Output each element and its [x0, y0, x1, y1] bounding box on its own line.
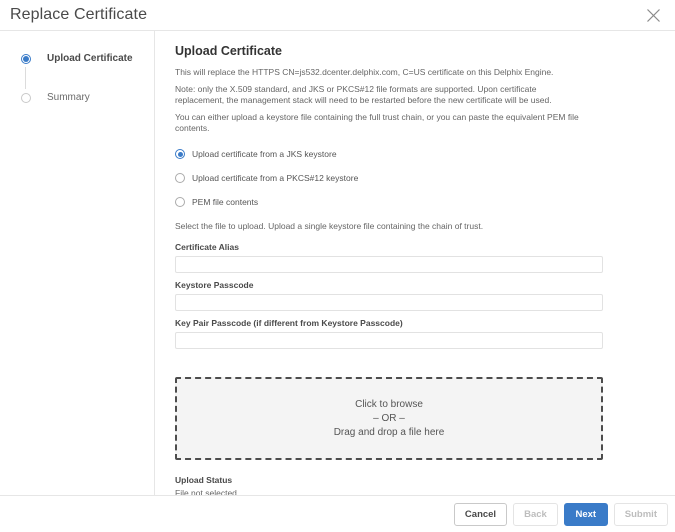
radio-unselected-icon: [175, 173, 185, 183]
dialog-footer: Cancel Back Next Submit: [0, 495, 675, 532]
file-dropzone[interactable]: Click to browse – OR – Drag and drop a f…: [175, 377, 603, 460]
keystore-passcode-input[interactable]: [175, 294, 603, 311]
dropzone-or-text: – OR –: [373, 412, 405, 426]
step-label: Summary: [47, 92, 90, 103]
upload-options-text: You can either upload a keystore file co…: [175, 112, 587, 134]
step-upload-certificate[interactable]: Upload Certificate: [0, 53, 154, 64]
next-button[interactable]: Next: [564, 503, 608, 526]
keystore-passcode-group: Keystore Passcode: [175, 280, 675, 311]
keypair-passcode-input[interactable]: [175, 332, 603, 349]
format-note-text: Note: only the X.509 standard, and JKS o…: [175, 84, 587, 106]
main-content: Upload Certificate This will replace the…: [155, 31, 675, 495]
radio-label: Upload certificate from a JKS keystore: [192, 149, 337, 159]
certificate-alias-input[interactable]: [175, 256, 603, 273]
description-text: This will replace the HTTPS CN=js532.dce…: [175, 67, 587, 78]
radio-pem-contents[interactable]: PEM file contents: [175, 197, 675, 207]
dialog-header: Replace Certificate: [0, 0, 675, 31]
certificate-alias-label: Certificate Alias: [175, 242, 675, 252]
dialog-title: Replace Certificate: [10, 6, 147, 24]
dialog-body: Upload Certificate Summary Upload Certif…: [0, 31, 675, 495]
keypair-passcode-group: Key Pair Passcode (if different from Key…: [175, 318, 675, 349]
close-icon[interactable]: [644, 6, 662, 24]
keystore-passcode-label: Keystore Passcode: [175, 280, 675, 290]
step-connector-line: [25, 67, 26, 89]
step-inactive-dot-icon: [21, 93, 31, 103]
back-button[interactable]: Back: [513, 503, 558, 526]
radio-unselected-icon: [175, 197, 185, 207]
file-instruction-text: Select the file to upload. Upload a sing…: [175, 221, 675, 231]
certificate-source-radio-group: Upload certificate from a JKS keystore U…: [175, 149, 675, 207]
cancel-button[interactable]: Cancel: [454, 503, 507, 526]
radio-selected-icon: [175, 149, 185, 159]
certificate-alias-group: Certificate Alias: [175, 242, 675, 273]
radio-label: Upload certificate from a PKCS#12 keysto…: [192, 173, 358, 183]
wizard-stepper: Upload Certificate Summary: [0, 31, 155, 495]
upload-status-label: Upload Status: [175, 475, 675, 485]
radio-pkcs12-keystore[interactable]: Upload certificate from a PKCS#12 keysto…: [175, 173, 675, 183]
step-active-dot-icon: [21, 54, 31, 64]
step-label: Upload Certificate: [47, 53, 133, 64]
radio-jks-keystore[interactable]: Upload certificate from a JKS keystore: [175, 149, 675, 159]
radio-label: PEM file contents: [192, 197, 258, 207]
dropzone-browse-text: Click to browse: [355, 398, 423, 412]
dropzone-drag-text: Drag and drop a file here: [334, 426, 445, 440]
submit-button[interactable]: Submit: [614, 503, 668, 526]
keypair-passcode-label: Key Pair Passcode (if different from Key…: [175, 318, 675, 328]
step-summary[interactable]: Summary: [0, 92, 154, 103]
page-title: Upload Certificate: [175, 44, 675, 58]
